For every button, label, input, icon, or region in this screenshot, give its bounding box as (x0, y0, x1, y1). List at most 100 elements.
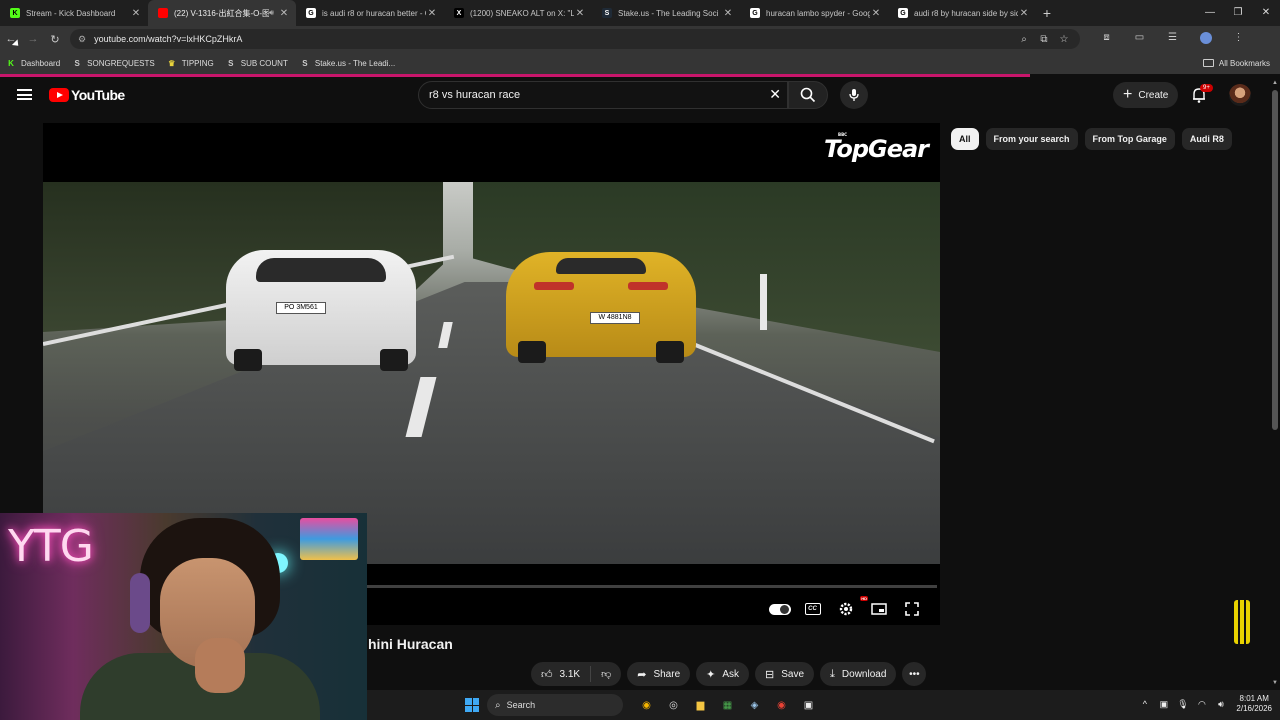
tab-title: (22) V-1316-出紅合集-O-图 (174, 8, 269, 18)
bookmark-item[interactable]: ♛ TIPPING (167, 58, 214, 68)
clock-time: 8:01 AM (1239, 694, 1269, 703)
wifi-icon[interactable]: ◠ (1192, 699, 1211, 710)
streamer-webcam: YTG (0, 513, 367, 720)
tab-close-icon[interactable]: ✕ (870, 8, 882, 19)
tab-close-icon[interactable]: ✕ (1018, 8, 1030, 19)
chrome-app-icon[interactable]: ◉ (633, 696, 660, 714)
browser-tab-0[interactable]: K Stream - Kick Dashboard ✕ (0, 0, 148, 26)
taskbar-clock[interactable]: 8:01 AM 2/16/2026 (1236, 694, 1272, 714)
search-button[interactable] (788, 81, 828, 109)
ask-button[interactable]: ✦ Ask (696, 662, 750, 686)
minimize-icon[interactable]: — (1196, 0, 1224, 26)
reload-button[interactable]: ↻ (44, 33, 66, 46)
share-label: Share (653, 668, 681, 680)
bookmark-item[interactable]: S Stake.us - The Leadi... (300, 58, 395, 68)
browser-tab-5[interactable]: Ghuracan lambo spyder - Googl ✕ (740, 0, 888, 26)
filter-chip[interactable]: From Top Garage (1084, 128, 1175, 150)
tab-close-icon[interactable]: ✕ (722, 8, 734, 19)
extensions-icon[interactable]: ⧈ (1090, 32, 1123, 47)
all-bookmarks-button[interactable]: All Bookmarks (1202, 58, 1270, 68)
bbc-mark: BBC (838, 132, 848, 137)
bookmark-item[interactable]: K Dashboard (6, 58, 60, 68)
bookmark-label: TIPPING (181, 58, 214, 68)
taskbar-apps: ◉ ◎ ▆ ▦ ◈ ◉ ▣ (633, 696, 822, 714)
install-app-icon[interactable]: ⧉ (1034, 34, 1054, 45)
tab-favicon-icon: G (750, 8, 760, 18)
autoplay-toggle[interactable] (763, 603, 796, 615)
zoom-icon[interactable]: ⌕ (1014, 34, 1034, 45)
tray-overflow-icon[interactable]: ^ (1135, 699, 1154, 709)
download-button[interactable]: ⤓ Download (820, 662, 897, 686)
epic-games-icon[interactable]: ▣ (795, 696, 822, 714)
search-icon (800, 87, 816, 103)
tab-title: (1200) SNEAKO ALT on X: "LLL (470, 8, 574, 18)
scroll-up-arrow[interactable]: ▲ (1272, 80, 1278, 86)
browser-tab-4[interactable]: S Stake.us - The Leading Soci ✕ (592, 0, 740, 26)
maximize-icon[interactable]: ❐ (1224, 0, 1252, 26)
tab-close-icon[interactable]: ✕ (574, 8, 586, 19)
tab-audio-icon[interactable]: 🔊︎ (269, 8, 274, 18)
bookmark-star-icon[interactable]: ☆ (1054, 34, 1074, 45)
microphone-tray-icon[interactable]: 🎙︎ (1173, 699, 1192, 710)
obs-app-icon[interactable]: ◎ (660, 696, 687, 714)
account-avatar[interactable] (1229, 84, 1251, 106)
dislike-button[interactable]: 👎︎ (591, 668, 621, 680)
bookmark-item[interactable]: S SONGREQUESTS (72, 58, 154, 68)
volume-icon[interactable]: 🔊︎ (1211, 699, 1230, 710)
tab-close-icon[interactable]: ✕ (278, 8, 290, 19)
captions-icon[interactable]: CC (796, 603, 829, 615)
tab-close-icon[interactable]: ✕ (130, 8, 142, 19)
bookmark-list: K Dashboard S SONGREQUESTS ♛ TIPPING S SUB COUN… (6, 58, 407, 68)
all-bookmarks-label: All Bookmarks (1218, 58, 1270, 68)
video-frame: PO 3M561 W 4881N8 (43, 182, 940, 564)
create-button[interactable]: + Create (1113, 82, 1179, 108)
tab-favicon-icon: G (306, 8, 316, 18)
taskbar-search-label: Search (506, 700, 536, 710)
miniplayer-icon[interactable] (862, 603, 895, 615)
filter-chip[interactable]: All (951, 128, 979, 150)
filter-chip[interactable]: From your search (985, 128, 1078, 150)
scroll-down-arrow[interactable]: ▼ (1272, 680, 1278, 686)
clear-search-icon[interactable]: ✕ (769, 86, 781, 103)
spreadsheet-app-icon[interactable]: ▦ (714, 696, 741, 714)
menu-tune-icon[interactable]: ☰ (1156, 32, 1189, 47)
stake-icon: S (228, 58, 234, 68)
folder-icon (1202, 59, 1214, 67)
video-progress-bar[interactable] (367, 585, 937, 588)
tab-close-icon[interactable]: ✕ (426, 8, 438, 19)
streamer-hand (195, 638, 245, 693)
windows-start-icon[interactable] (465, 698, 479, 712)
fullscreen-icon[interactable] (895, 602, 928, 616)
settings-icon[interactable]: HD (829, 596, 868, 617)
more-actions-button[interactable]: ••• (902, 662, 927, 686)
filter-chip[interactable]: Audi R8 (1181, 128, 1232, 150)
browser-tab-2[interactable]: Gis audi r8 or huracan better - G ✕ (296, 0, 444, 26)
new-tab-button[interactable]: + (1036, 5, 1058, 21)
steam-app-icon[interactable]: ◈ (741, 696, 768, 714)
site-info-icon[interactable]: ⚙ (78, 34, 86, 45)
forward-button[interactable]: → (22, 33, 44, 45)
guide-menu-icon[interactable] (17, 89, 32, 100)
browser-tab-6[interactable]: Gaudi r8 by huracan side by side ✕ (888, 0, 1036, 26)
share-button[interactable]: ➦ Share (627, 662, 691, 686)
taskbar-search[interactable]: ⌕ Search (487, 694, 623, 716)
voice-search-button[interactable] (840, 81, 868, 109)
like-button[interactable]: 👍︎ 3.1K (531, 666, 592, 682)
tab-favicon-icon (158, 8, 168, 18)
chrome-menu-icon[interactable]: ⋮ (1222, 32, 1255, 47)
url-field[interactable]: ⚙ youtube.com/watch?v=lxHKCpZHkrA ⌕ ⧉ ☆ (70, 29, 1080, 49)
close-window-icon[interactable]: ✕ (1252, 0, 1280, 26)
page-scrollbar[interactable] (1272, 90, 1278, 430)
bookmark-item[interactable]: S SUB COUNT (226, 58, 288, 68)
youtube-logo[interactable]: YouTube (49, 87, 125, 103)
browser-tab-1[interactable]: (22) V-1316-出紅合集-O-图 🔊︎ ✕ (148, 0, 296, 26)
file-explorer-icon[interactable]: ▆ (687, 696, 714, 714)
video-actions: 👍︎ 3.1K 👎︎ ➦ Share ✦ Ask ⊟ Save ⤓ Downlo… (531, 662, 932, 686)
chrome-app-icon-2[interactable]: ◉ (768, 696, 795, 714)
app-tray-icon[interactable]: ▣ (1154, 699, 1173, 710)
side-panel-icon[interactable]: ▭ (1123, 32, 1156, 47)
search-input[interactable]: r8 vs huracan race ✕ (418, 81, 788, 109)
browser-tab-3[interactable]: X (1200) SNEAKO ALT on X: "LLL ✕ (444, 0, 592, 26)
save-button[interactable]: ⊟ Save (755, 662, 815, 686)
profile-icon[interactable] (1189, 31, 1222, 47)
